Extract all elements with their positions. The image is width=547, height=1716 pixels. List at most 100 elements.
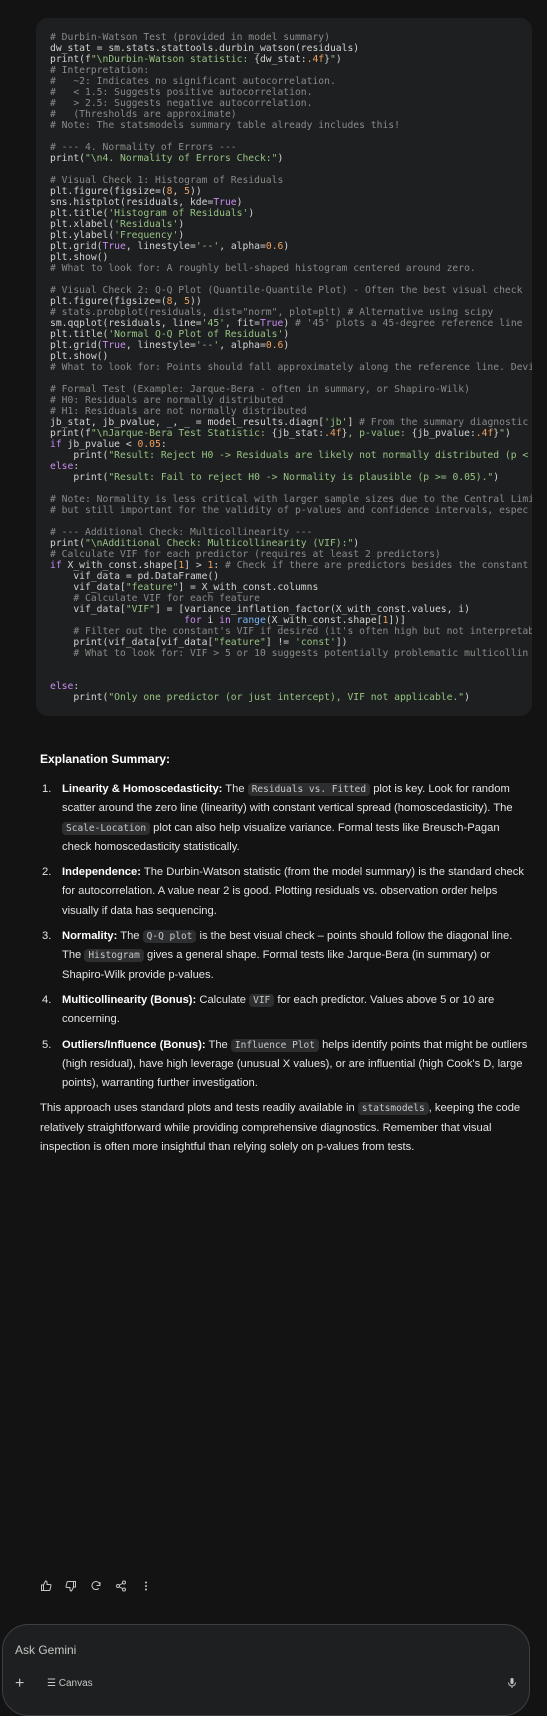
item-text: The — [117, 930, 143, 943]
share-icon[interactable] — [115, 1580, 127, 1595]
explanation-item: 3. Normality: The Q-Q plot is the best vi… — [40, 927, 530, 985]
code-line: # Visual Check 1: Histogram of Residuals — [50, 175, 284, 186]
item-title: Independence: — [62, 866, 141, 879]
code-line: sns.histplot(residuals, kde=True) — [50, 197, 243, 208]
code-line: vif_data["VIF"] = [variance_inflation_fa… — [50, 604, 470, 615]
code-line: vif_data["feature"] = X_with_const.colum… — [50, 582, 319, 593]
code-line: # H1: Residuals are not normally distrib… — [50, 406, 307, 417]
code-line: print("Only one predictor (or just inter… — [50, 692, 470, 703]
code-line: plt.figure(figsize=(8, 5)) — [50, 296, 202, 307]
item-title: Outliers/Influence (Bonus): — [62, 1038, 206, 1051]
code-line: # ~2: Indicates no significant autocorre… — [50, 76, 336, 87]
item-title: Multicollinearity (Bonus): — [62, 993, 197, 1006]
canvas-label: Canvas — [58, 1678, 93, 1689]
explanation-item: 1. Linearity & Homoscedasticity: The Resi… — [40, 780, 530, 857]
code-line: # H0: Residuals are normally distributed — [50, 395, 284, 406]
code-line: # What to look for: VIF > 5 or 10 sugges… — [50, 648, 529, 659]
code-block: # Durbin-Watson Test (provided in model … — [36, 18, 532, 716]
code-line: else: — [50, 461, 80, 472]
item-number: 4. — [42, 993, 52, 1006]
code-line: print("\n4. Normality of Errors Check:") — [50, 153, 284, 164]
code-line: else: — [50, 681, 80, 692]
code-line: plt.grid(True, linestyle='--', alpha=0.6… — [50, 241, 290, 252]
code-line: jb_stat, jb_pvalue, _, _ = model_results… — [50, 417, 529, 428]
item-text: The — [205, 1038, 231, 1051]
inline-code: Histogram — [84, 949, 144, 963]
code-line: # (Thresholds are approximate) — [50, 109, 237, 120]
code-line: # but still important for the validity o… — [50, 505, 529, 516]
code-line: # Formal Test (Example: Jarque-Bera - of… — [50, 384, 470, 395]
code-line: # Calculate VIF for each predictor (requ… — [50, 549, 441, 560]
code-line: # Interpretation: — [50, 65, 150, 76]
explanation-section: Explanation Summary: 1. Linearity & Homos… — [40, 752, 530, 1157]
item-text: This approach uses standard plots and te… — [40, 1102, 358, 1115]
code-line: # Calculate VIF for each feature — [50, 593, 260, 604]
inline-code: VIF — [249, 993, 275, 1007]
more-icon[interactable] — [140, 1580, 152, 1595]
item-number: 2. — [42, 866, 52, 879]
code-line: dw_stat = sm.stats.stattools.durbin_wats… — [50, 43, 360, 54]
code-line: print("\nAdditional Check: Multicollinea… — [50, 538, 360, 549]
response-actions — [40, 1580, 152, 1595]
prompt-input[interactable]: Ask Gemini — [15, 1643, 76, 1657]
explanation-item: 5. Outliers/Influence (Bonus): The Influe… — [40, 1036, 530, 1094]
microphone-icon[interactable] — [506, 1677, 518, 1692]
add-icon[interactable]: + — [15, 1675, 24, 1693]
code-content: # Durbin-Watson Test (provided in model … — [50, 32, 532, 716]
explanation-list: 1. Linearity & Homoscedasticity: The Resi… — [40, 780, 530, 1093]
code-line: for i in range(X_with_const.shape[1])] — [184, 615, 406, 626]
code-line: # > 2.5: Suggests negative autocorrelati… — [50, 98, 313, 109]
code-line: print(f"\nDurbin-Watson statistic: {dw_s… — [50, 54, 342, 65]
item-number: 5. — [42, 1038, 52, 1051]
canvas-icon: ☰ — [47, 1678, 56, 1689]
item-text: The — [222, 783, 248, 795]
refresh-icon[interactable] — [90, 1580, 102, 1595]
code-line: plt.grid(True, linestyle='--', alpha=0.6… — [50, 340, 290, 351]
code-line: plt.ylabel('Frequency') — [50, 230, 185, 241]
code-line: plt.title('Histogram of Residuals') — [50, 208, 255, 219]
code-line: plt.title('Normal Q-Q Plot of Residuals'… — [50, 329, 290, 340]
code-line: # Filter out the constant's VIF if desir… — [50, 626, 532, 637]
explanation-heading: Explanation Summary: — [40, 752, 171, 766]
code-line: plt.show() — [50, 252, 109, 263]
code-line: print(f"\nJarque-Bera Test Statistic: {j… — [50, 428, 511, 439]
code-line: # Durbin-Watson Test (provided in model … — [50, 32, 330, 43]
thumbs-up-icon[interactable] — [40, 1580, 52, 1595]
code-line: print("Result: Reject H0 -> Residuals ar… — [50, 450, 529, 461]
code-line: if X_with_const.shape[1] > 1: # Check if… — [50, 560, 529, 571]
explanation-item: 2. Independence: The Durbin-Watson statis… — [40, 863, 530, 921]
code-line: # < 1.5: Suggests positive autocorrelati… — [50, 87, 313, 98]
code-line: # Visual Check 2: Q-Q Plot (Quantile-Qua… — [50, 285, 523, 296]
code-line: # What to look for: A roughly bell-shape… — [50, 263, 476, 274]
closing-paragraph: This approach uses standard plots and te… — [40, 1099, 530, 1157]
inline-code: Q-Q plot — [142, 930, 197, 944]
inline-code: Residuals vs. Fitted — [247, 783, 371, 796]
code-line: plt.figure(figsize=(8, 5)) — [50, 186, 202, 197]
code-line: # Note: The statsmodels summary table al… — [50, 120, 400, 131]
item-number: 1. — [42, 783, 52, 795]
inline-code: Influence Plot — [230, 1038, 319, 1052]
inline-code: Scale-Location — [62, 821, 151, 835]
thumbs-down-icon[interactable] — [65, 1580, 77, 1595]
code-line: plt.show() — [50, 351, 109, 362]
prompt-box: Ask Gemini + ☰ Canvas — [2, 1624, 530, 1716]
code-line: sm.qqplot(residuals, line='45', fit=True… — [50, 318, 523, 329]
code-line: # --- Additional Check: Multicollinearit… — [50, 527, 313, 538]
code-line: vif_data = pd.DataFrame() — [50, 571, 220, 582]
item-number: 3. — [42, 930, 52, 943]
explanation-item: 4. Multicollinearity (Bonus): Calculate V… — [40, 991, 530, 1030]
code-line: print("Result: Fail to reject H0 -> Norm… — [50, 472, 500, 483]
code-line: # stats.probplot(residuals, dist="norm",… — [50, 307, 494, 318]
canvas-button[interactable]: ☰ Canvas — [47, 1678, 93, 1689]
inline-code: statsmodels — [357, 1102, 429, 1116]
